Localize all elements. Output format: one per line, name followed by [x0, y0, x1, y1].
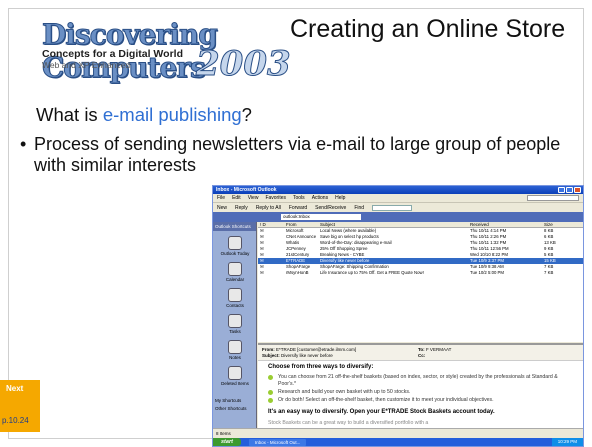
find-button[interactable]: Find — [354, 203, 364, 212]
contact-search-input[interactable] — [372, 205, 413, 211]
menu-favorites[interactable]: Favorites — [265, 194, 286, 202]
preview-header: From: E*TRADE [customer@etrade.ilmm.com]… — [258, 345, 583, 361]
shortcut-tasks[interactable]: Tasks — [213, 314, 257, 334]
cell-from: rMsynHonB — [286, 270, 309, 275]
minimize-icon[interactable] — [558, 187, 565, 193]
status-bar: 8 Items — [213, 428, 583, 438]
taskbar-outlook[interactable]: Inbox - Microsoft Out... — [248, 438, 307, 446]
cell-size: 7 KB — [544, 270, 554, 275]
cell-received: Tue 10/2 5:00 PM — [470, 270, 504, 275]
outlook-bar-header: Outlook Shortcuts — [213, 222, 256, 231]
reply-all-button[interactable]: Reply to All — [256, 203, 281, 212]
col-flags[interactable]: ! D — [258, 222, 286, 227]
other-shortcuts[interactable]: Other Shortcuts — [215, 406, 247, 411]
address-bar: outlook:Inbox — [213, 212, 583, 222]
toolbar: New Reply Reply to All Forward Send/Rece… — [213, 202, 583, 212]
col-received[interactable]: Received — [470, 222, 544, 227]
taskbar: start Inbox - Microsoft Out... 10:29 PM — [213, 438, 583, 446]
menu-view[interactable]: View — [248, 194, 259, 202]
send-receive-button[interactable]: Send/Receive — [315, 203, 346, 212]
col-from[interactable]: From — [286, 222, 320, 227]
bullet-icon — [268, 398, 273, 403]
preview-to: F VERMAAT — [425, 347, 452, 352]
start-button[interactable]: start — [213, 438, 241, 446]
menu-tools[interactable]: Tools — [293, 194, 305, 202]
next-button[interactable]: Next — [6, 384, 23, 393]
col-size[interactable]: Size — [544, 222, 564, 227]
bullet-icon — [268, 390, 273, 395]
outlook-today-icon — [228, 236, 242, 250]
preview-subject: Diversify like never before — [281, 353, 333, 358]
email-publishing-link[interactable]: e-mail publishing — [103, 104, 242, 125]
my-shortcuts[interactable]: My Shortcuts — [215, 398, 241, 403]
cell-subject: Life Insurance up to 75% Off. Get a FREE… — [320, 270, 424, 275]
preview-item: Or do both! Select an off-the-shelf bask… — [268, 397, 573, 404]
new-button[interactable]: New — [217, 203, 227, 212]
shortcut-outlook-today[interactable]: Outlook Today — [213, 236, 257, 256]
bullet-text: Process of sending newsletters via e-mai… — [34, 134, 561, 175]
address-field[interactable]: outlook:Inbox — [281, 214, 361, 220]
forward-button[interactable]: Forward — [289, 203, 307, 212]
preview-item: Research and build your own basket with … — [268, 389, 573, 396]
shortcut-contacts[interactable]: Contacts — [213, 288, 257, 308]
table-row[interactable]: ✉ rMsynHonB Life Insurance up to 75% Off. … — [258, 270, 583, 276]
preview-item: You can choose from 21 off-the-shelf bas… — [268, 374, 573, 388]
slide-title: Creating an Online Store — [290, 15, 566, 43]
question-suffix: ? — [241, 104, 252, 125]
shortcut-calendar[interactable]: Calendar — [213, 262, 257, 282]
outlook-bar: Outlook Shortcuts Outlook Today Calendar… — [213, 222, 257, 436]
menu-file[interactable]: File — [217, 194, 225, 202]
logo-tagline: Concepts for a Digital World — [42, 48, 183, 60]
reply-button[interactable]: Reply — [235, 203, 248, 212]
message-rows: ✉ Microsoft Local News (where available) Th… — [258, 228, 583, 276]
question-prefix: What is — [36, 104, 103, 125]
bullet-marker: • — [20, 134, 27, 154]
outlook-screenshot: Inbox - Microsoft Outlook File Edit View… — [212, 185, 584, 447]
maximize-icon[interactable] — [566, 187, 573, 193]
window-title: Inbox - Microsoft Outlook — [216, 187, 277, 193]
logo-year: 2003 — [196, 44, 292, 85]
help-question-box[interactable] — [527, 195, 579, 201]
close-icon[interactable] — [574, 187, 581, 193]
shortcut-notes[interactable]: Notes — [213, 340, 257, 360]
calendar-icon — [228, 262, 242, 276]
outlook-body: Outlook Shortcuts Outlook Today Calendar… — [213, 222, 583, 436]
shortcut-deleted-items[interactable]: Deleted Items — [213, 366, 257, 386]
message-list: ! D From Subject Received Size ✉ Microsof… — [258, 222, 583, 342]
logo: Discovering Computers 2003 Concepts for … — [36, 18, 292, 85]
preview-pane: From: E*TRADE [customer@etrade.ilmm.com]… — [258, 343, 583, 436]
menu-bar: File Edit View Favorites Tools Actions H… — [213, 194, 583, 202]
preview-content: Choose from three ways to diversify: You… — [258, 361, 583, 430]
contacts-icon — [228, 288, 242, 302]
nav-block: Next p.10.24 — [0, 380, 40, 432]
question: What is e-mail publishing? — [36, 104, 252, 126]
preview-tagline: It's an easy way to diversify. Open your… — [268, 409, 495, 415]
deleted-items-icon — [228, 366, 242, 380]
menu-edit[interactable]: Edit — [232, 194, 241, 202]
outlook-titlebar: Inbox - Microsoft Outlook — [213, 186, 583, 194]
bullet-icon — [268, 375, 273, 380]
preview-tail: Stock Baskets can be a great way to buil… — [268, 420, 429, 426]
slide: Discovering Computers 2003 Concepts for … — [0, 0, 592, 447]
message-icon: ✉ — [260, 270, 264, 275]
notes-icon — [228, 340, 242, 354]
preview-from: E*TRADE [customer@etrade.ilmm.com] — [276, 347, 357, 352]
page-reference: p.10.24 — [2, 416, 29, 425]
logo-subtag: Web and XP Enhanced — [42, 60, 131, 70]
preview-heading: Choose from three ways to diversify: — [268, 364, 374, 370]
system-clock: 10:29 PM — [551, 438, 583, 446]
menu-actions[interactable]: Actions — [312, 194, 328, 202]
tasks-icon — [228, 314, 242, 328]
menu-help[interactable]: Help — [335, 194, 345, 202]
col-subject[interactable]: Subject — [320, 222, 470, 227]
